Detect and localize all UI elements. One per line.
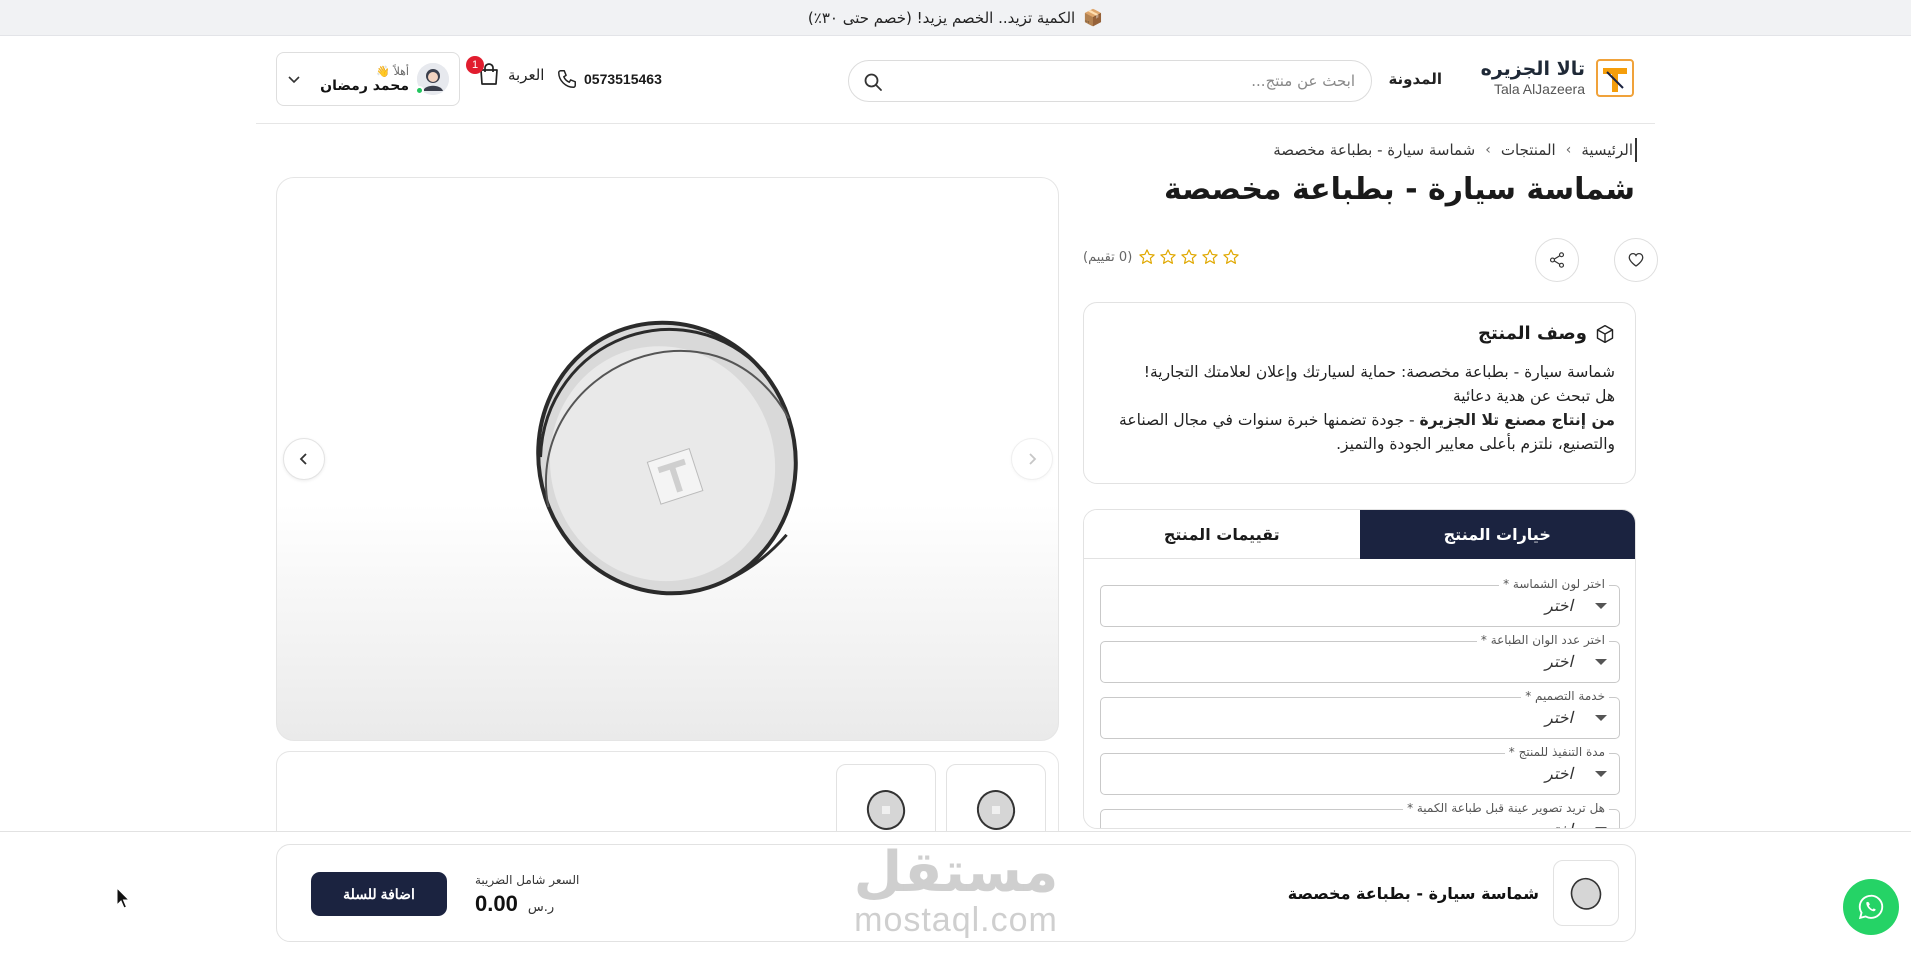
dropdown-caret-icon (1595, 771, 1607, 777)
description-heading: وصف المنتج (1478, 323, 1587, 344)
share-button[interactable] (1535, 238, 1579, 282)
field-value: اختر (1545, 652, 1573, 671)
star-icon (1181, 249, 1197, 264)
product-thumbnail-image (1570, 877, 1602, 910)
product-gallery (276, 177, 1059, 741)
tab-product-options[interactable]: خيارات المنتج (1359, 510, 1635, 559)
announcement-text: الكمية تزيد.. الخصم يزيد! (خصم حتى ٣٠٪) (807, 8, 1076, 27)
star-icon (1202, 249, 1218, 264)
share-icon (1549, 252, 1565, 268)
field-label: مدة التنفيذ للمنتج * (1504, 745, 1609, 759)
dropdown-caret-icon (1595, 659, 1607, 665)
user-menu[interactable]: أهلاً 👋 محمد رمضان (276, 52, 460, 106)
search-input[interactable] (915, 61, 1355, 101)
avatar (415, 63, 449, 95)
field-label: اختر عدد الوان الطباعة * (1476, 633, 1609, 647)
rating-stars (1138, 248, 1240, 266)
select-design-service[interactable]: خدمة التصميم * اختر (1100, 689, 1620, 739)
thumbnail-image (976, 790, 1016, 830)
page-title: شماسة سيارة - بطباعة مخصصة (1164, 172, 1635, 207)
breadcrumb: الرئيسية › المنتجات › شماسة سيارة - بطبا… (1273, 138, 1637, 162)
site-header: تالا الجزيره Tala AlJazeera المدونة 0573… (256, 36, 1655, 124)
brand-name-en: Tala AlJazeera (1493, 81, 1585, 97)
brand-name-ar: تالا الجزيره (1480, 58, 1585, 80)
select-production-time[interactable]: مدة التنفيذ للمنتج * اختر (1100, 745, 1620, 795)
description-line: من إنتاج مصنع تلا الجزيرة - جودة تضمنها … (1104, 408, 1615, 456)
phone-icon (558, 70, 576, 88)
star-icon (1160, 249, 1176, 264)
user-greeting: أهلاً 👋 (376, 64, 409, 78)
sticky-product-name: شماسة سيارة - بطباعة مخصصة (1287, 883, 1539, 903)
select-print-colors[interactable]: اختر عدد الوان الطباعة * اختر (1100, 633, 1620, 683)
options-card: خيارات المنتج تقييمات المنتج اختر لون ال… (1083, 509, 1636, 829)
package-icon: 📦 (1083, 8, 1104, 27)
field-value: اختر (1545, 820, 1573, 828)
breadcrumb-separator-icon: › (1565, 142, 1572, 158)
field-value: اختر (1545, 596, 1573, 615)
chevron-left-icon (299, 453, 307, 465)
description-text: شماسة سيارة - بطباعة مخصصة: حماية لسيارت… (1104, 360, 1615, 456)
field-value: اختر (1545, 708, 1573, 727)
brand-logo-link[interactable]: تالا الجزيره Tala AlJazeera (1481, 58, 1635, 98)
description-line: هل تبحث عن هدية دعائية (1453, 387, 1615, 405)
rating-count: (0 تقييم) (1083, 249, 1133, 265)
sticky-product-info: شماسة سيارة - بطباعة مخصصة (1288, 860, 1619, 926)
cart-count-badge: 1 (466, 56, 484, 74)
product-image (536, 320, 798, 596)
currency-label: ر.س (527, 900, 555, 915)
online-status-dot (415, 86, 424, 95)
star-icon (1223, 249, 1239, 264)
whatsapp-icon (1858, 894, 1884, 920)
tab-list: خيارات المنتج تقييمات المنتج (1084, 510, 1635, 559)
field-label: هل تريد تصوير عينة قبل طباعة الكمية * (1403, 801, 1609, 815)
sticky-product-thumbnail (1553, 860, 1619, 926)
breadcrumb-separator-icon: › (1485, 142, 1491, 158)
price-value: 0.00 (475, 891, 518, 916)
price: 0.00 ر.س (475, 891, 554, 917)
phone-link[interactable]: 0573515463 (556, 68, 662, 90)
chevron-right-icon (1029, 453, 1037, 465)
breadcrumb-home[interactable]: الرئيسية (1581, 141, 1633, 159)
cube-icon (1596, 324, 1614, 343)
dropdown-caret-icon (1595, 715, 1607, 721)
search-icon[interactable] (863, 72, 883, 92)
select-sunshade-color[interactable]: اختر لون الشماسة * اختر (1100, 577, 1620, 627)
field-label: اختر لون الشماسة * (1499, 577, 1609, 591)
cart-label: العربة (508, 66, 545, 84)
breadcrumb-products[interactable]: المنتجات (1501, 141, 1556, 159)
tab-product-reviews[interactable]: تقييمات المنتج (1084, 510, 1360, 559)
gallery-prev-button[interactable] (283, 438, 325, 480)
search-box (848, 60, 1372, 102)
gallery-next-button[interactable] (1011, 438, 1053, 480)
select-sample-photo[interactable]: هل تريد تصوير عينة قبل طباعة الكمية * اخ… (1100, 801, 1620, 828)
whatsapp-button[interactable] (1843, 879, 1899, 935)
dropdown-caret-icon (1595, 827, 1607, 828)
description-bold: من إنتاج مصنع تلا الجزيرة (1419, 411, 1615, 429)
favorite-button[interactable] (1614, 238, 1658, 282)
description-card: وصف المنتج شماسة سيارة - بطباعة مخصصة: ح… (1083, 302, 1636, 484)
dropdown-caret-icon (1595, 603, 1607, 609)
thumbnail-image (866, 790, 906, 830)
chevron-down-icon (288, 76, 300, 84)
brand-logo-icon (1595, 58, 1635, 98)
announcement-bar: 📦 الكمية تزيد.. الخصم يزيد! (خصم حتى ٣٠٪… (0, 0, 1911, 36)
heart-icon (1628, 252, 1644, 267)
sticky-cart-bar: اضافة للسلة السعر شامل الضريبة 0.00 ر.س … (0, 831, 1911, 954)
add-to-cart-button[interactable]: اضافة للسلة (311, 872, 447, 916)
phone-number: 0573515463 (584, 71, 662, 87)
cart-button[interactable]: العربة 1 (466, 56, 545, 88)
description-line: شماسة سيارة - بطباعة مخصصة: حماية لسيارت… (1143, 363, 1615, 381)
price-label: السعر شامل الضريبة (475, 873, 580, 887)
field-label: خدمة التصميم * (1521, 689, 1609, 703)
mouse-cursor-icon (116, 887, 131, 909)
star-icon (1139, 249, 1155, 264)
product-rating: (0 تقييم) (1083, 248, 1240, 266)
nav-blog-link[interactable]: المدونة (1388, 70, 1442, 88)
user-name: محمد رمضان (320, 77, 409, 94)
breadcrumb-current: شماسة سيارة - بطباعة مخصصة (1273, 141, 1476, 159)
field-value: اختر (1545, 764, 1573, 783)
